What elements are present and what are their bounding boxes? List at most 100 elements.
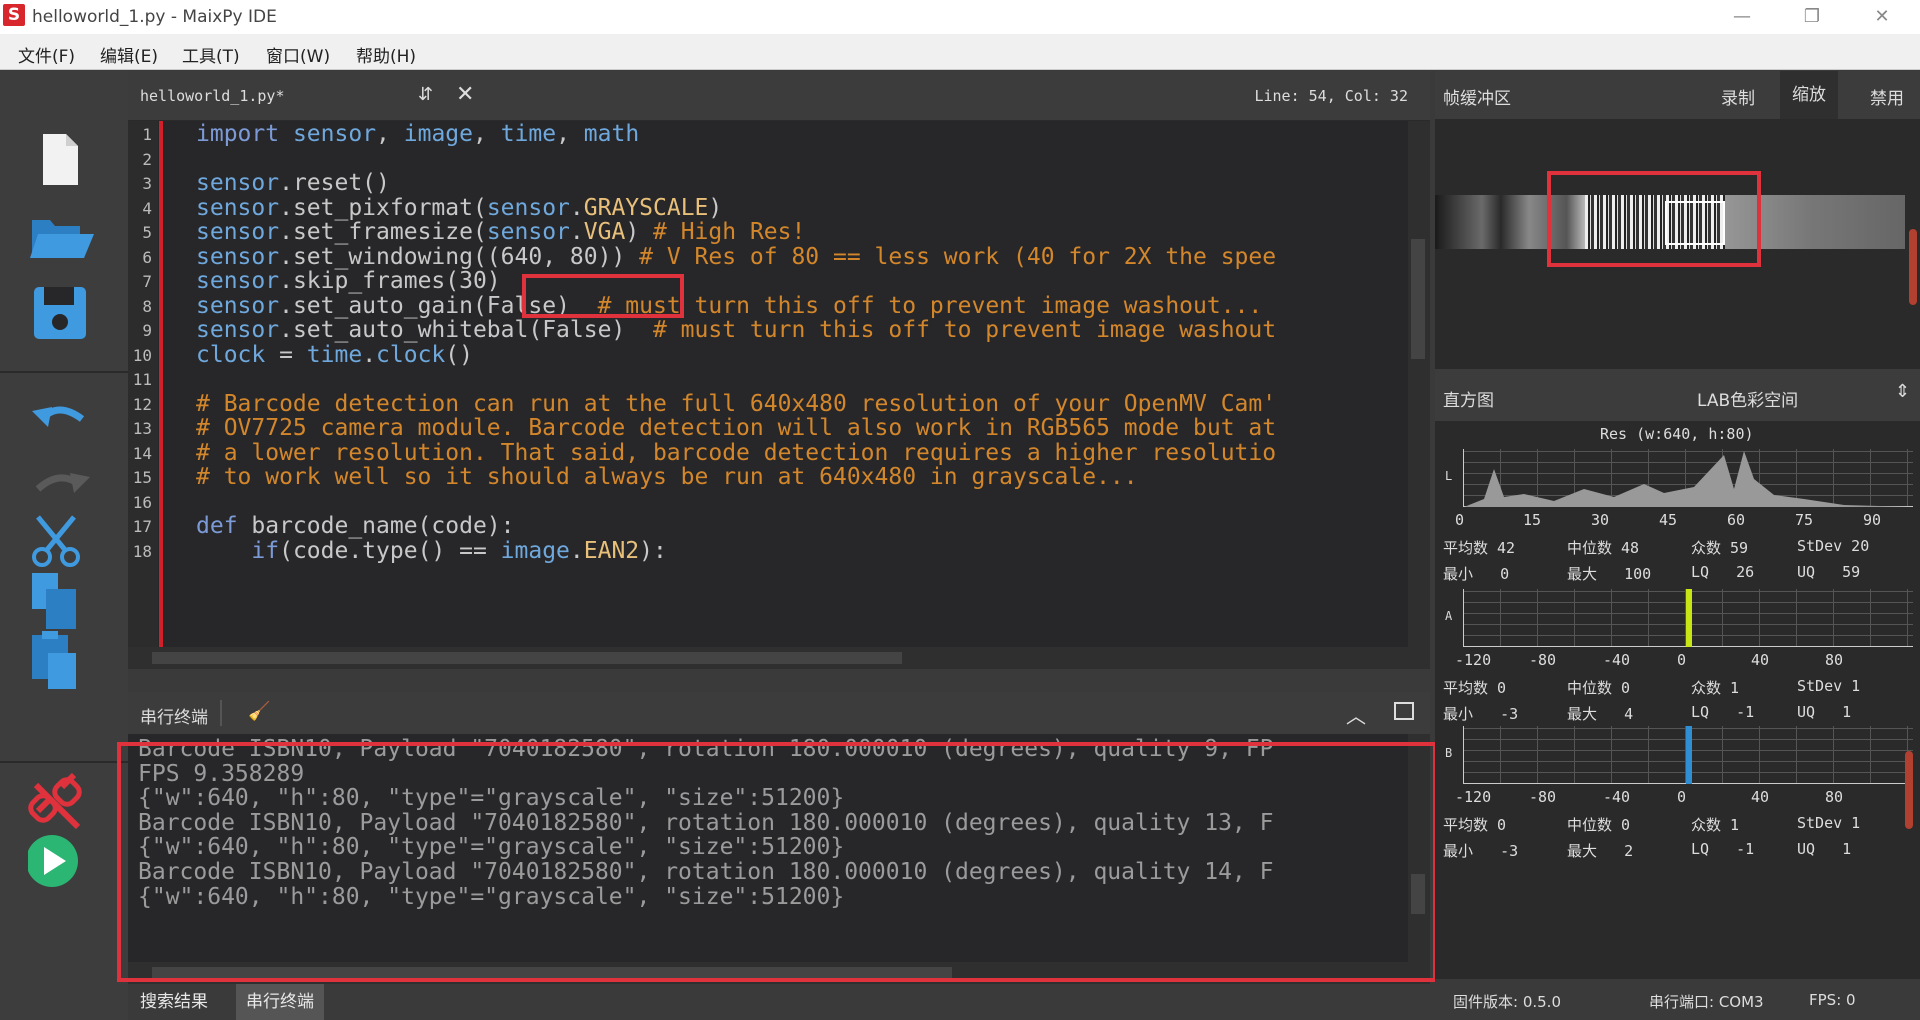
app-logo-icon: S [3, 4, 25, 26]
editor-vertical-scrollbar[interactable] [1408, 121, 1430, 656]
stat-median: 中位数 48 [1567, 539, 1640, 557]
histogram-plot [1463, 726, 1913, 784]
serial-port: 串行端口: COM3 [1649, 993, 1764, 1011]
code-line[interactable]: # to work well so it should always be ru… [196, 464, 1138, 494]
select-arrows-icon[interactable]: ⇕ [1895, 381, 1910, 402]
stat-lq: LQ -1 [1691, 703, 1755, 721]
axis-tick-label: -80 [1529, 788, 1557, 806]
histogram-title: 直方图 [1443, 391, 1494, 411]
axis-tick-label: 0 [1677, 788, 1687, 806]
run-icon[interactable] [26, 831, 98, 891]
histogram-slider[interactable] [1905, 751, 1913, 829]
tab-serial-terminal[interactable]: 串行终端 [236, 984, 324, 1020]
line-number: 8 [142, 296, 152, 316]
menu-bar: 文件(F) 编辑(E) 工具(T) 窗口(W) 帮助(H) [0, 34, 1920, 70]
cursor-position: Line: 54, Col: 32 [1254, 87, 1408, 105]
stat-stdev: StDev 1 [1797, 814, 1861, 832]
stat-lq: LQ 26 [1691, 563, 1755, 581]
serial-highlight-box [117, 742, 1437, 982]
line-number: 9 [142, 321, 152, 340]
status-bar: 固件版本: 0.5.0 串行端口: COM3 FPS: 0 [1435, 979, 1920, 1020]
line-number: 6 [142, 247, 152, 267]
left-toolbar [0, 71, 128, 1020]
menu-window[interactable]: 窗口(W) [266, 42, 330, 67]
stat-mode: 众数 1 [1691, 679, 1740, 697]
stat-mean: 平均数 42 [1443, 539, 1516, 557]
copy-icon[interactable] [28, 571, 98, 631]
close-tab-icon[interactable]: ✕ [456, 82, 474, 107]
stat-mean: 平均数 0 [1443, 816, 1507, 834]
paste-icon[interactable] [28, 631, 98, 691]
fps-readout: FPS: 0 [1809, 991, 1856, 1009]
stat-mode: 众数 59 [1691, 539, 1749, 557]
firmware-version: 固件版本: 0.5.0 [1453, 993, 1561, 1011]
redo-icon[interactable] [28, 455, 98, 515]
axis-tick-label: 80 [1825, 788, 1844, 806]
close-icon[interactable]: ✕ [1862, 4, 1902, 30]
line-number: 12 [132, 394, 152, 414]
histogram-plot [1463, 589, 1913, 647]
menu-help[interactable]: 帮助(H) [356, 42, 416, 67]
stat-max: 最大 2 [1567, 842, 1634, 860]
disconnect-icon[interactable] [28, 771, 98, 831]
axis-tick-label: -80 [1529, 651, 1557, 669]
code-area[interactable]: import sensor, image, time, math sensor.r… [196, 121, 1408, 656]
maximize-pane-icon[interactable] [1394, 702, 1414, 720]
file-switch-arrows-icon[interactable]: ⇵ [418, 84, 433, 105]
stat-uq: UQ 59 [1797, 563, 1861, 581]
line-number: 18 [132, 541, 152, 561]
new-file-icon[interactable] [28, 129, 98, 189]
line-number: 3 [142, 174, 152, 193]
line-number: 5 [142, 223, 152, 242]
cut-icon[interactable] [28, 513, 98, 573]
windowing-highlight-box [522, 274, 684, 318]
save-icon[interactable] [28, 283, 98, 343]
bottom-tabs: 搜索结果 串行终端 [128, 984, 1430, 1020]
axis-tick-label: 80 [1825, 651, 1844, 669]
channel-label: B [1445, 746, 1453, 760]
stat-uq: UQ 1 [1797, 703, 1852, 721]
line-number: 7 [142, 272, 152, 291]
file-tab[interactable]: helloworld_1.py* [140, 87, 285, 105]
open-folder-icon[interactable] [28, 206, 98, 266]
zoom-button[interactable]: 缩放 [1780, 71, 1838, 119]
axis-tick-label: 0 [1677, 651, 1687, 669]
menu-file[interactable]: 文件(F) [18, 42, 75, 67]
code-line[interactable]: if(code.type() == image.EAN2): [196, 538, 666, 568]
resolution-label: Res (w:640, h:80) [1600, 425, 1754, 443]
stat-max: 最大 100 [1567, 565, 1652, 583]
modified-marker [159, 121, 163, 656]
tab-search-results[interactable]: 搜索结果 [130, 984, 218, 1020]
axis-tick-label: 40 [1751, 651, 1770, 669]
chevron-up-icon[interactable]: ︿ [1346, 700, 1366, 729]
zoom-slider[interactable] [1909, 229, 1917, 305]
menu-edit[interactable]: 编辑(E) [100, 42, 158, 67]
disable-button[interactable]: 禁用 [1870, 84, 1904, 109]
line-number: 15 [132, 468, 152, 487]
framebuffer-view [1435, 119, 1920, 369]
framebuffer-highlight-box [1547, 171, 1761, 267]
minimize-icon[interactable]: — [1722, 4, 1762, 30]
axis-tick-label: -120 [1455, 651, 1492, 669]
axis-tick-label: -40 [1603, 788, 1631, 806]
editor-horizontal-scrollbar[interactable] [128, 647, 1430, 669]
serial-terminal-header: 串行终端 🧹 ︿ [128, 692, 1430, 734]
restore-icon[interactable]: ❐ [1792, 4, 1832, 30]
record-button[interactable]: 录制 [1721, 84, 1755, 109]
code-editor[interactable]: 1 2 3 4 5 6 7 8 9 10 11 12 13 14 15 16 17 18 import senso… [128, 121, 1430, 669]
stat-max: 最大 4 [1567, 705, 1634, 723]
right-panel: 帧缓冲区 录制 缩放 禁用 直方图 LAB色彩空间 ⇕ Res (w:640, … [1435, 71, 1920, 1020]
histogram-header: 直方图 LAB色彩空间 ⇕ [1435, 369, 1920, 421]
colorspace-select[interactable]: LAB色彩空间 [1697, 386, 1798, 411]
axis-tick-label: -40 [1603, 651, 1631, 669]
clear-terminal-icon[interactable]: 🧹 [248, 701, 270, 722]
menu-tools[interactable]: 工具(T) [182, 42, 240, 67]
framebuffer-header: 帧缓冲区 录制 缩放 禁用 [1435, 71, 1920, 119]
line-number: 2 [142, 149, 152, 169]
code-line[interactable]: clock = time.clock() [196, 342, 473, 372]
code-line[interactable]: import sensor, image, time, math [196, 121, 639, 151]
undo-icon[interactable] [28, 389, 98, 449]
channel-label: L [1445, 469, 1453, 483]
stat-median: 中位数 0 [1567, 816, 1631, 834]
line-number: 17 [132, 517, 152, 536]
